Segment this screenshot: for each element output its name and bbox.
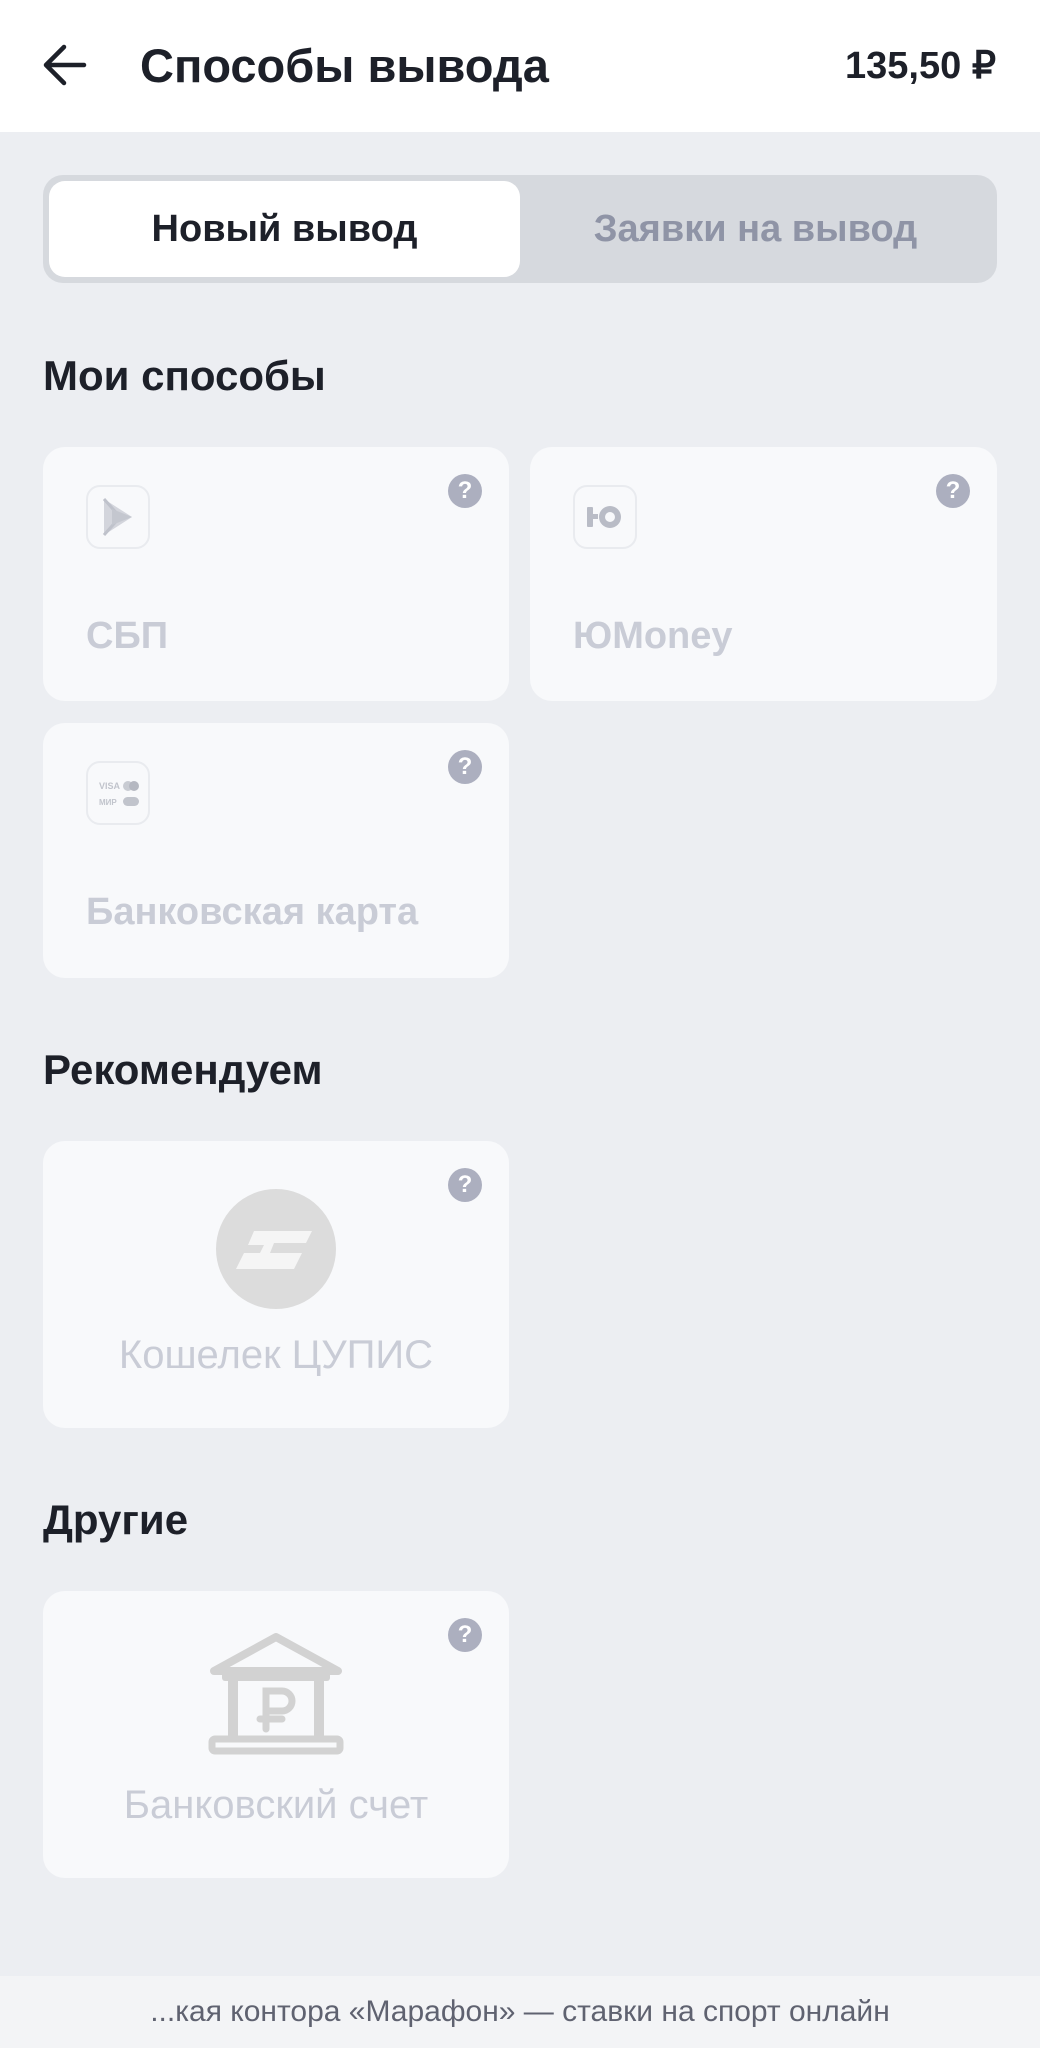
arrow-left-icon — [43, 44, 87, 86]
yoomoney-logo-icon — [587, 506, 621, 528]
method-card-cupis-wallet[interactable]: ? Кошелек ЦУПИС — [43, 1141, 509, 1428]
section-title-recommended: Рекомендуем — [43, 1046, 323, 1093]
footer-banner: ...кая контора «Марафон» — ставки на спо… — [0, 1976, 1040, 2048]
back-button[interactable] — [34, 30, 94, 100]
method-label-sbp: СБП — [86, 615, 169, 657]
section-title-my-methods: Мои способы — [43, 352, 326, 399]
help-icon[interactable]: ? — [448, 1168, 482, 1202]
tab-new-withdrawal[interactable]: Новый вывод — [49, 181, 520, 277]
bank-building-icon — [208, 1633, 344, 1755]
tab-switcher: Новый вывод Заявки на вывод — [43, 175, 997, 283]
method-card-sbp[interactable]: ? СБП — [43, 447, 509, 701]
svg-text:МИР: МИР — [99, 798, 117, 807]
method-card-bank-account[interactable]: ? Банковский счет — [43, 1591, 509, 1878]
method-card-yoomoney[interactable]: ? ЮMoney — [530, 447, 997, 701]
help-icon[interactable]: ? — [448, 474, 482, 508]
method-label-bank-account: Банковский счет — [123, 1783, 429, 1827]
balance-amount: 135,50 ₽ — [845, 45, 996, 87]
method-label-cupis-wallet: Кошелек ЦУПИС — [118, 1333, 434, 1377]
yoomoney-logo-tile — [573, 485, 637, 549]
method-label-yoomoney: ЮMoney — [573, 615, 733, 657]
svg-text:VISA: VISA — [99, 781, 121, 791]
help-icon[interactable]: ? — [448, 1618, 482, 1652]
method-label-bank-card: Банковская карта — [86, 891, 419, 933]
method-card-bank-card[interactable]: VISA МИР ? Банковская карта — [43, 723, 509, 978]
help-icon[interactable]: ? — [448, 750, 482, 784]
bank-card-logo-tile: VISA МИР — [86, 761, 150, 825]
bank-card-logo-icon: VISA МИР — [99, 781, 139, 807]
sbp-logo-icon — [102, 498, 132, 536]
tab-withdrawal-requests[interactable]: Заявки на вывод — [520, 181, 991, 277]
cupis-wallet-icon — [216, 1189, 336, 1309]
section-title-other: Другие — [43, 1496, 189, 1543]
top-bar: Способы вывода 135,50 ₽ — [0, 0, 1040, 132]
page-title: Способы вывода — [140, 39, 549, 92]
sbp-logo-tile — [86, 485, 150, 549]
help-icon[interactable]: ? — [936, 474, 970, 508]
